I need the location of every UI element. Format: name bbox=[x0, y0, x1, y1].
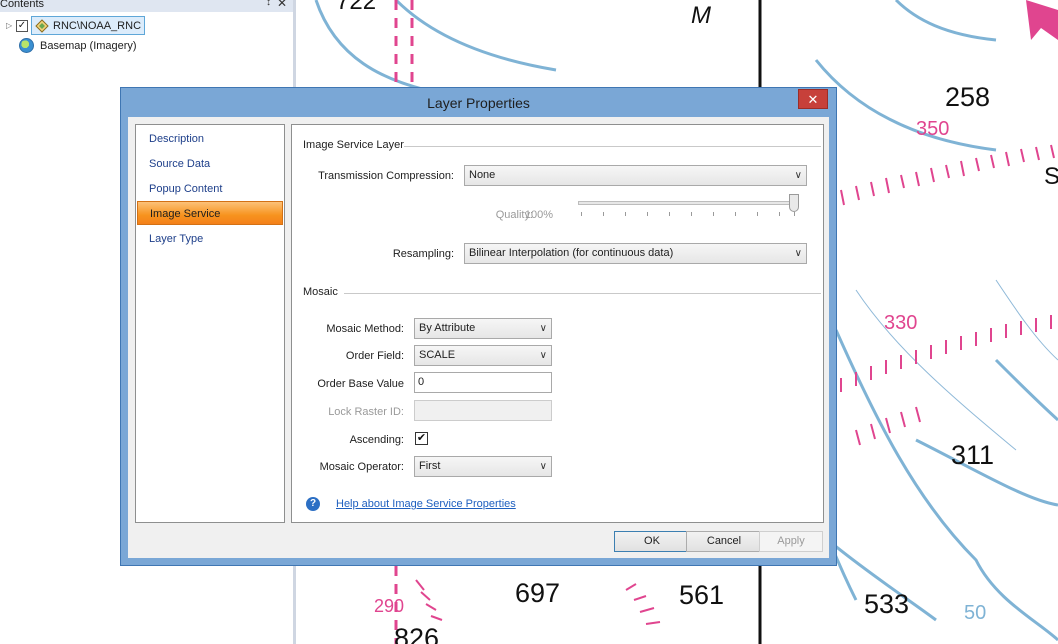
apply-button[interactable]: Apply bbox=[759, 531, 823, 552]
mosaic-method-label: Mosaic Method: bbox=[326, 323, 404, 335]
help-icon[interactable]: ? bbox=[306, 497, 320, 511]
close-icon[interactable]: ✕ bbox=[277, 0, 287, 10]
transmission-compression-label: Transmission Compression: bbox=[318, 170, 454, 182]
depth-label: 533 bbox=[864, 589, 910, 619]
dialog-body: Description Source Data Popup Content Im… bbox=[128, 117, 829, 558]
mosaic-operator-label: Mosaic Operator: bbox=[319, 461, 404, 473]
map-letter-label: M bbox=[691, 2, 711, 29]
depth-label: 258 bbox=[945, 82, 991, 112]
lock-raster-id-input[interactable] bbox=[414, 400, 552, 421]
ok-button[interactable]: OK bbox=[614, 531, 690, 552]
transmission-compression-value: None bbox=[469, 169, 496, 181]
section-title-mosaic: Mosaic bbox=[303, 286, 338, 298]
nav-item-layer-type[interactable]: Layer Type bbox=[137, 227, 283, 251]
dialog-close-button[interactable]: ✕ bbox=[798, 89, 828, 109]
ascending-label: Ascending: bbox=[349, 434, 404, 446]
depth-label: 311 bbox=[951, 440, 995, 470]
chevron-down-icon: ∨ bbox=[794, 170, 802, 181]
bearing-label: 330 bbox=[884, 312, 918, 334]
quality-slider-thumb[interactable] bbox=[789, 194, 799, 212]
order-base-value-input[interactable]: 0 bbox=[414, 372, 552, 393]
contents-title: Contents bbox=[0, 0, 45, 10]
cancel-button[interactable]: Cancel bbox=[686, 531, 762, 552]
lock-raster-id-label: Lock Raster ID: bbox=[328, 406, 404, 418]
resampling-select[interactable]: Bilinear Interpolation (for continuous d… bbox=[464, 243, 807, 264]
chevron-down-icon: ∨ bbox=[539, 350, 547, 361]
map-letter-label: S bbox=[1044, 163, 1058, 190]
transmission-compression-select[interactable]: None ∨ bbox=[464, 165, 807, 186]
section-divider bbox=[404, 146, 821, 147]
chevron-down-icon: ∨ bbox=[794, 248, 802, 259]
nav-item-popup-content[interactable]: Popup Content bbox=[137, 177, 283, 201]
section-divider bbox=[344, 293, 821, 294]
image-service-panel: Image Service Layer Transmission Compres… bbox=[291, 124, 824, 523]
bearing-label: 290 bbox=[374, 596, 405, 616]
depth-label: 697 bbox=[515, 578, 561, 608]
mosaic-operator-value: First bbox=[419, 460, 441, 472]
nav-item-source-data[interactable]: Source Data bbox=[137, 152, 283, 176]
layer-visibility-checkbox[interactable]: ✓ bbox=[16, 19, 28, 32]
ascending-checkbox[interactable]: ✔ bbox=[415, 432, 428, 445]
help-link[interactable]: Help about Image Service Properties bbox=[336, 498, 516, 510]
pin-icon[interactable]: ↕ bbox=[266, 0, 271, 8]
properties-nav-list: Description Source Data Popup Content Im… bbox=[135, 124, 285, 523]
order-field-label: Order Field: bbox=[345, 350, 404, 362]
depth-label: 826 bbox=[394, 623, 440, 644]
quality-value: 100% bbox=[524, 209, 553, 221]
chevron-down-icon: ∨ bbox=[539, 461, 547, 472]
globe-icon bbox=[19, 38, 34, 53]
order-base-value-label: Order Base Value bbox=[317, 378, 404, 390]
chevron-down-icon: ∨ bbox=[539, 323, 547, 334]
mosaic-operator-select[interactable]: First ∨ bbox=[414, 456, 552, 477]
nav-item-description[interactable]: Description bbox=[137, 127, 283, 151]
image-service-layer-icon bbox=[35, 18, 49, 33]
mosaic-method-value: By Attribute bbox=[419, 322, 476, 334]
mosaic-method-select[interactable]: By Attribute ∨ bbox=[414, 318, 552, 339]
section-title-image-service: Image Service Layer bbox=[303, 139, 404, 151]
depth-label: 561 bbox=[679, 580, 725, 610]
layer-row-basemap[interactable]: Basemap (Imagery) bbox=[19, 38, 137, 53]
layer-label: Basemap (Imagery) bbox=[40, 39, 137, 52]
expand-arrow-icon[interactable]: ▷ bbox=[6, 21, 16, 30]
layer-properties-dialog: Layer Properties ✕ Description Source Da… bbox=[120, 87, 837, 566]
contour-label: 50 bbox=[964, 602, 987, 624]
bearing-label: 350 bbox=[916, 118, 950, 140]
layer-label: RNC\NOAA_RNC bbox=[53, 19, 142, 32]
resampling-value: Bilinear Interpolation (for continuous d… bbox=[469, 247, 674, 259]
order-field-select[interactable]: SCALE ∨ bbox=[414, 345, 552, 366]
layer-row-rnc[interactable]: ▷ ✓ RNC\NOAA_RNC bbox=[6, 16, 146, 35]
resampling-label: Resampling: bbox=[392, 248, 454, 260]
nav-item-image-service[interactable]: Image Service bbox=[137, 201, 283, 225]
dialog-title: Layer Properties bbox=[427, 95, 530, 111]
quality-slider-track[interactable] bbox=[578, 201, 796, 205]
contents-header: Contents ↕ ✕ bbox=[0, 0, 293, 12]
order-field-value: SCALE bbox=[419, 349, 456, 361]
depth-label: 722 bbox=[336, 0, 377, 15]
layer-item-selected[interactable]: RNC\NOAA_RNC bbox=[31, 16, 146, 35]
